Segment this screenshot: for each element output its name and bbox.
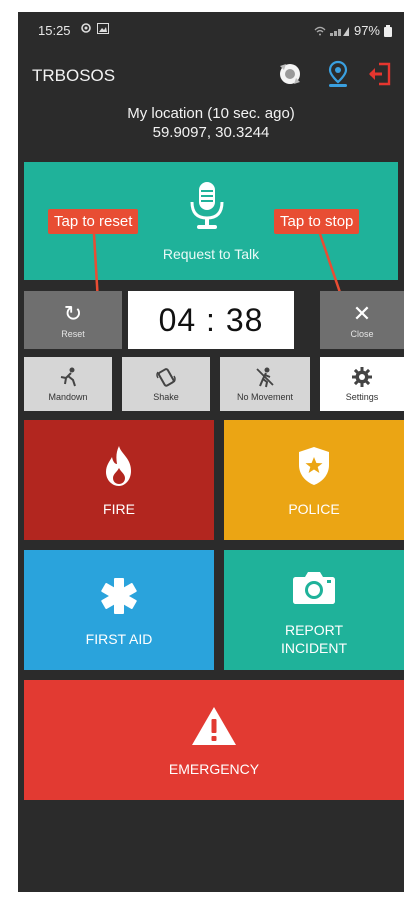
police-badge-icon (299, 447, 329, 485)
settings-button[interactable]: Settings (320, 357, 404, 411)
shake-icon (156, 368, 176, 387)
reset-button[interactable]: ↻ Reset (24, 291, 122, 349)
settings-label: Settings (345, 392, 379, 402)
close-button[interactable]: ✕ Close (320, 291, 404, 349)
police-tile[interactable]: POLICE (224, 420, 404, 540)
fire-tile[interactable]: FIRE (24, 420, 214, 540)
no-movement-icon (256, 367, 274, 388)
report-incident-label: REPORT INCIDENT (280, 622, 348, 656)
no-movement-label: No Movement (236, 392, 294, 402)
no-movement-toggle[interactable]: No Movement (220, 357, 310, 411)
asterisk-icon (101, 578, 137, 614)
reset-icon: ↻ (63, 300, 83, 326)
flame-icon (106, 446, 131, 486)
police-label: POLICE (288, 501, 340, 517)
emergency-label: EMERGENCY (168, 761, 260, 777)
gear-icon (352, 367, 372, 387)
first-aid-label: FIRST AID (85, 631, 153, 647)
shake-label: Shake (153, 392, 179, 402)
reset-label: Reset (61, 328, 85, 339)
mandown-toggle[interactable]: Mandown (24, 357, 112, 411)
report-incident-tile[interactable]: REPORT INCIDENT (224, 550, 404, 670)
fire-label: FIRE (103, 501, 135, 517)
mandown-label: Mandown (48, 392, 88, 402)
first-aid-tile[interactable]: FIRST AID (24, 550, 214, 670)
emergency-tile[interactable]: EMERGENCY (24, 680, 404, 800)
timer-display: 04 : 38 (128, 291, 294, 349)
shake-toggle[interactable]: Shake (122, 357, 210, 411)
close-label: Close (350, 328, 374, 339)
close-icon: ✕ (352, 300, 372, 326)
app-screen: 15:25 97% TRBOSOS My location (10 sec. a… (18, 12, 404, 892)
warning-icon (192, 707, 236, 745)
mandown-icon (60, 367, 76, 387)
camera-icon (293, 572, 335, 604)
